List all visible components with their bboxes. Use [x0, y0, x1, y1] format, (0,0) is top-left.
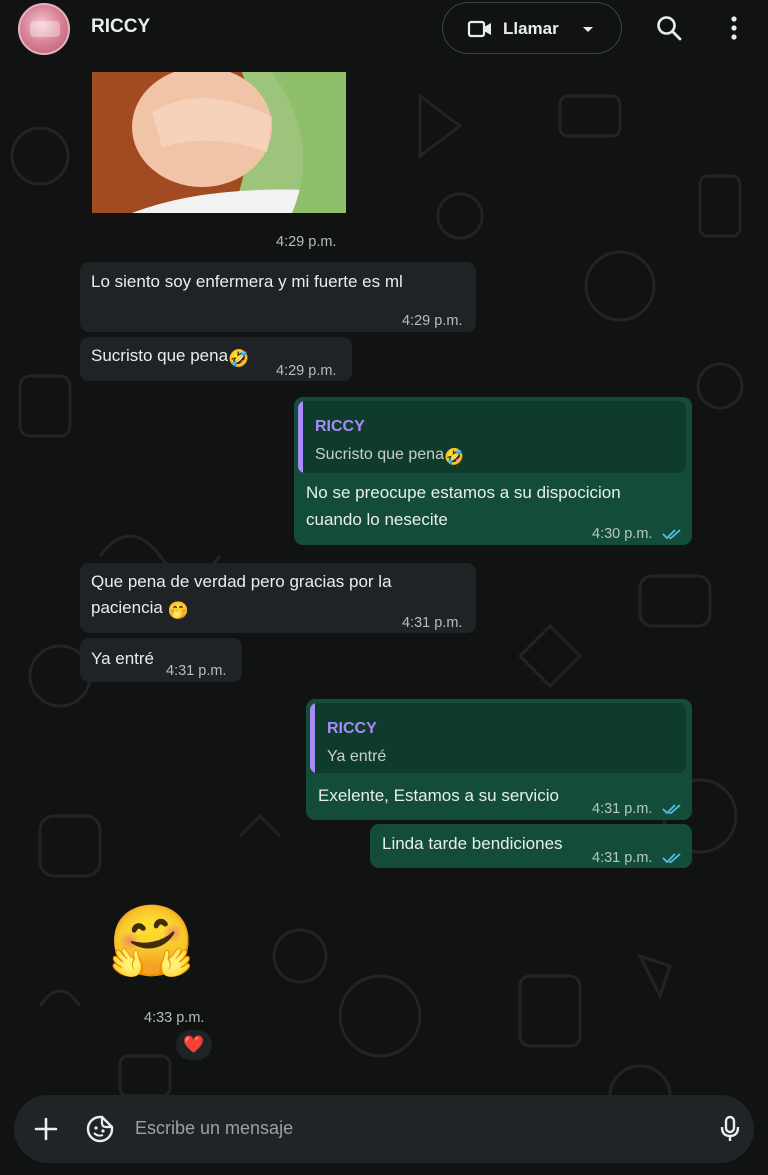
incoming-message[interactable]: Que pena de verdad pero gracias por la p… — [80, 563, 476, 633]
message-text: Que pena de verdad pero gracias por la — [91, 572, 392, 591]
message-text-line2: cuando lo nesecite — [306, 510, 448, 529]
message-text: Linda tarde bendiciones — [382, 834, 563, 853]
incoming-message[interactable]: Lo siento soy enfermera y mi fuerte es m… — [80, 262, 476, 332]
outgoing-message[interactable]: RICCY Ya entré Exelente, Estamos a su se… — [306, 699, 692, 820]
message-time: 4:29 p.m. — [276, 234, 337, 250]
message-time: 4:31 p.m. — [592, 850, 653, 866]
incoming-message[interactable]: Ya entré 4:31 p.m. — [80, 638, 242, 682]
incoming-message[interactable]: Sucristo que pena🤣 4:29 p.m. — [80, 337, 352, 381]
quote-bar — [298, 401, 303, 473]
message-text-line2: paciencia — [91, 598, 163, 617]
message-text: Exelente, Estamos a su servicio — [318, 786, 559, 805]
quote-bar — [310, 703, 315, 773]
sticker-icon[interactable] — [86, 1115, 114, 1143]
quote-author: RICCY — [327, 720, 377, 737]
message-input[interactable]: Escribe un mensaje — [135, 1118, 293, 1139]
quoted-message[interactable]: RICCY Ya entré — [310, 703, 686, 773]
plus-icon[interactable] — [34, 1117, 58, 1141]
image-message[interactable] — [92, 72, 346, 213]
call-button-label: Llamar — [503, 19, 559, 38]
message-time: 4:30 p.m. — [592, 526, 653, 542]
message-time: 4:29 p.m. — [402, 313, 463, 329]
outgoing-message[interactable]: RICCY Sucristo que pena🤣 No se preocupe … — [294, 397, 692, 545]
chat-header: RICCY Llamar — [0, 0, 768, 56]
mic-icon[interactable] — [719, 1115, 741, 1143]
message-text: Ya entré — [91, 649, 155, 668]
contact-name[interactable]: RICCY — [91, 16, 150, 38]
search-icon[interactable] — [656, 15, 682, 41]
chat-window: RICCY Llamar 4:29 p.m. Lo siento soy enf… — [0, 0, 768, 1175]
message-time: 4:31 p.m. — [402, 615, 463, 631]
quote-text: Sucristo que pena — [315, 446, 444, 463]
message-time: 4:29 p.m. — [276, 363, 337, 379]
quote-author: RICCY — [315, 418, 365, 435]
message-time: 4:31 p.m. — [166, 663, 227, 679]
avatar[interactable] — [18, 3, 70, 55]
quoted-message[interactable]: RICCY Sucristo que pena🤣 — [298, 401, 686, 473]
chevron-down-icon[interactable] — [581, 23, 595, 35]
video-icon — [467, 20, 491, 38]
photo-content — [92, 72, 346, 213]
message-text: No se preocupe estamos a su dispocicion — [306, 483, 621, 502]
quote-text: Ya entré — [327, 748, 387, 765]
message-composer: Escribe un mensaje — [14, 1095, 754, 1163]
heart-reaction: ❤️ — [183, 1035, 205, 1054]
message-text: Lo siento soy enfermera y mi fuerte es m… — [91, 272, 403, 291]
double-check-icon — [662, 804, 682, 815]
emoji: 🤣 — [443, 449, 464, 466]
message-time: 4:33 p.m. — [138, 1008, 211, 1028]
message-text: Sucristo que pena — [91, 346, 229, 365]
emoji-message[interactable]: 🤗 — [108, 896, 195, 986]
emoji: 🤣 — [228, 349, 250, 368]
double-check-icon — [662, 853, 682, 864]
reaction-badge[interactable]: ❤️ — [176, 1030, 212, 1060]
more-vertical-icon[interactable] — [724, 14, 744, 42]
call-button[interactable]: Llamar — [442, 2, 622, 54]
emoji: 🤭 — [167, 601, 189, 620]
message-time: 4:31 p.m. — [592, 801, 653, 817]
double-check-icon — [662, 529, 682, 540]
outgoing-message[interactable]: Linda tarde bendiciones 4:31 p.m. — [370, 824, 692, 868]
